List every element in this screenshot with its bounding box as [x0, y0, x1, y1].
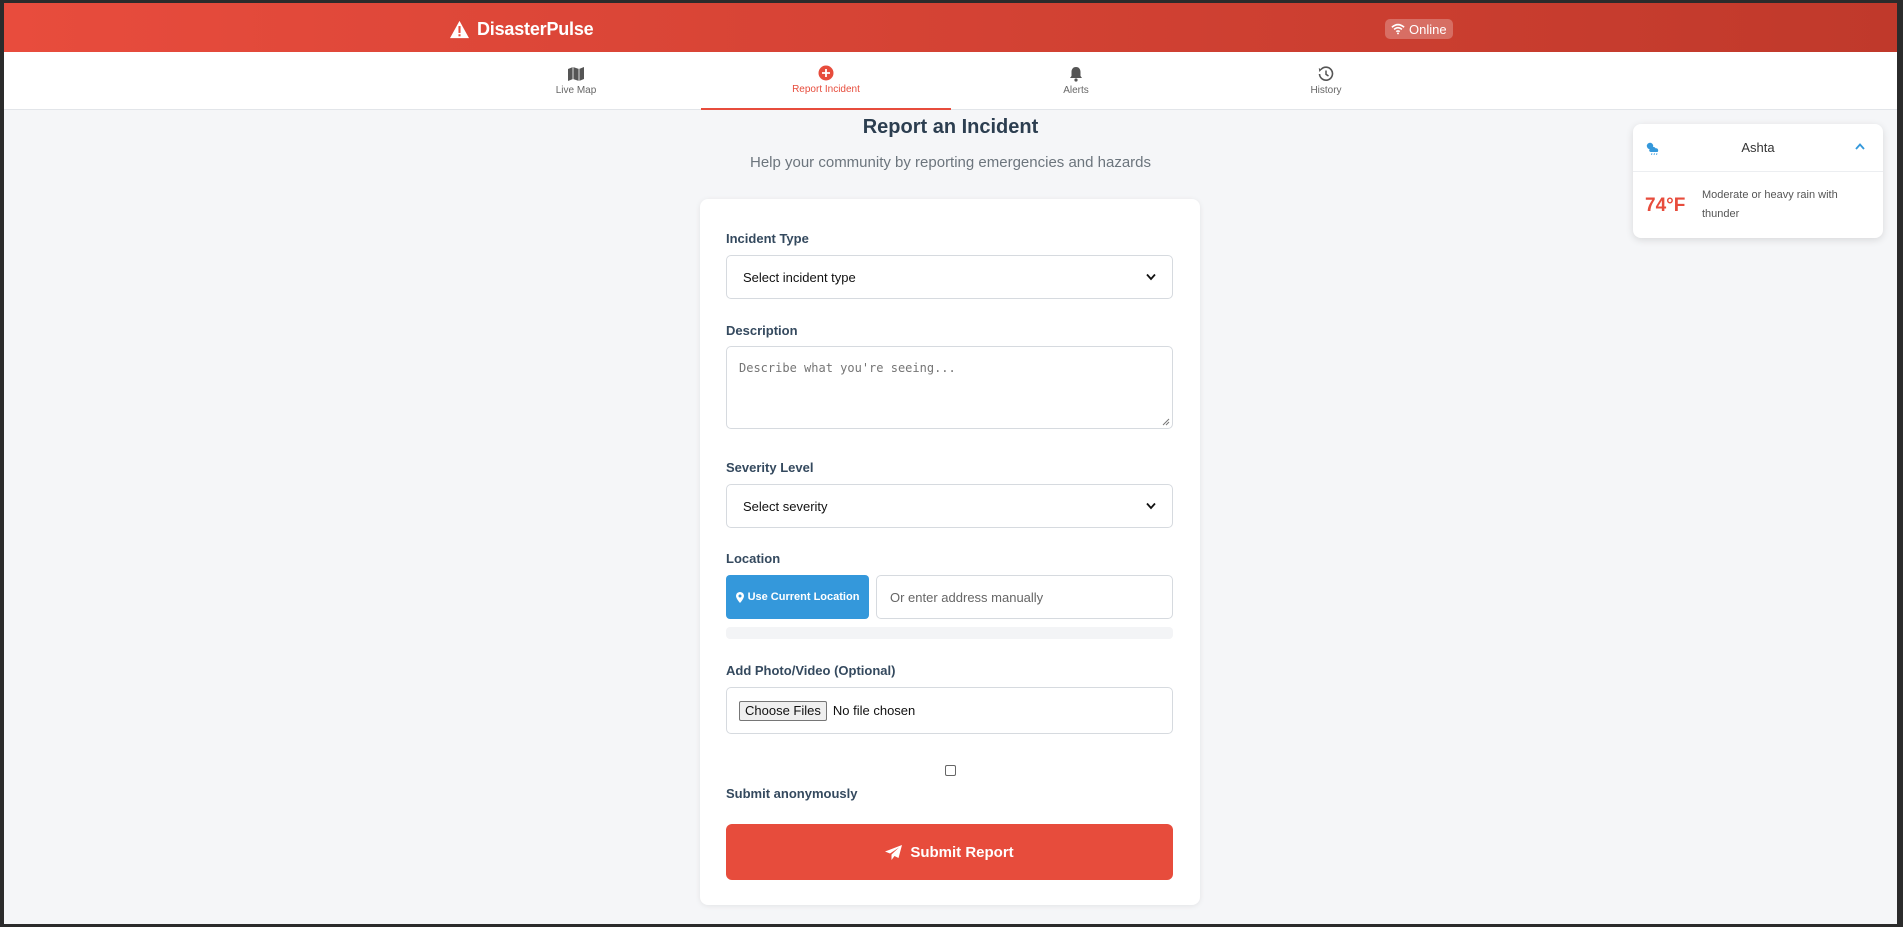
media-label: Add Photo/Video (Optional): [726, 663, 896, 678]
submit-report-label: Submit Report: [910, 843, 1014, 861]
tab-alerts[interactable]: Alerts: [951, 52, 1201, 110]
description-label: Description: [726, 323, 798, 338]
tab-history[interactable]: History: [1201, 52, 1451, 110]
tab-label: Report Incident: [792, 84, 860, 95]
use-current-location-label: Use Current Location: [747, 591, 860, 603]
status-text: Online: [1409, 21, 1447, 37]
description-placeholder: Describe what you're seeing...: [739, 361, 956, 375]
description-textarea[interactable]: Describe what you're seeing...: [726, 346, 1173, 429]
page-title-text: Report an Incident: [862, 116, 1039, 138]
window-edge: [1897, 0, 1903, 927]
media-file-input[interactable]: Choose Files No file chosen: [726, 687, 1173, 734]
connection-status-badge: Online: [1385, 19, 1453, 39]
paper-plane-icon: [885, 844, 903, 860]
chevron-up-icon[interactable]: [1855, 143, 1865, 150]
choose-files-button[interactable]: Choose Files: [739, 700, 827, 721]
severity-value: Select severity: [743, 498, 828, 514]
anonymous-checkbox[interactable]: [945, 765, 956, 776]
page-subtitle-text: Help your community by reporting emergen…: [749, 154, 1152, 171]
app-header: DisasterPulse Online: [4, 3, 1897, 52]
chevron-down-icon: [1146, 273, 1156, 281]
page-title: Report an Incident: [4, 116, 1897, 139]
weather-widget: Ashta 74°F Moderate or heavy rain with t…: [1633, 124, 1883, 238]
wifi-icon: [1391, 23, 1405, 35]
app-window: DisasterPulse Online Live Map Report Inc…: [4, 3, 1897, 924]
anonymous-label: Submit anonymously: [726, 786, 858, 801]
chevron-down-icon: [1146, 502, 1156, 510]
location-label: Location: [726, 551, 781, 566]
tab-report-incident[interactable]: Report Incident: [701, 52, 951, 110]
page-subtitle: Help your community by reporting emergen…: [4, 154, 1897, 171]
brand-name: DisasterPulse: [477, 19, 594, 39]
tab-label: History: [1310, 85, 1342, 96]
weather-city: Ashta: [1741, 140, 1775, 155]
severity-label: Severity Level: [726, 460, 814, 475]
incident-type-value: Select incident type: [743, 269, 856, 285]
file-status: No file chosen: [832, 703, 916, 718]
weather-header[interactable]: Ashta: [1633, 124, 1883, 172]
warning-triangle-icon: [450, 20, 469, 39]
location-status-bar: [726, 627, 1173, 639]
incident-type-select[interactable]: Select incident type: [726, 255, 1173, 299]
use-current-location-button[interactable]: Use Current Location: [726, 575, 869, 619]
resize-handle-icon[interactable]: [1162, 418, 1170, 426]
address-input[interactable]: Or enter address manually: [876, 575, 1173, 619]
weather-temperature: 74°F: [1645, 195, 1686, 216]
submit-report-button[interactable]: Submit Report: [726, 824, 1173, 880]
map-pin-icon: [735, 591, 744, 603]
weather-condition: Moderate or heavy rain with thunder: [1702, 189, 1838, 220]
tab-bar: Live Map Report Incident Alerts History: [4, 52, 1897, 110]
severity-select[interactable]: Select severity: [726, 484, 1173, 528]
tab-label: Live Map: [555, 85, 597, 96]
bell-icon: [1070, 67, 1082, 82]
brand[interactable]: DisasterPulse: [449, 19, 594, 40]
incident-type-label: Incident Type: [726, 231, 809, 246]
address-placeholder: Or enter address manually: [890, 589, 1044, 605]
tab-label: Alerts: [1063, 85, 1089, 96]
tab-live-map[interactable]: Live Map: [451, 52, 701, 110]
history-icon: [1318, 66, 1334, 81]
plus-circle-icon: [818, 65, 834, 81]
report-form: Incident Type Select incident type Descr…: [700, 199, 1200, 905]
map-icon: [568, 67, 584, 81]
